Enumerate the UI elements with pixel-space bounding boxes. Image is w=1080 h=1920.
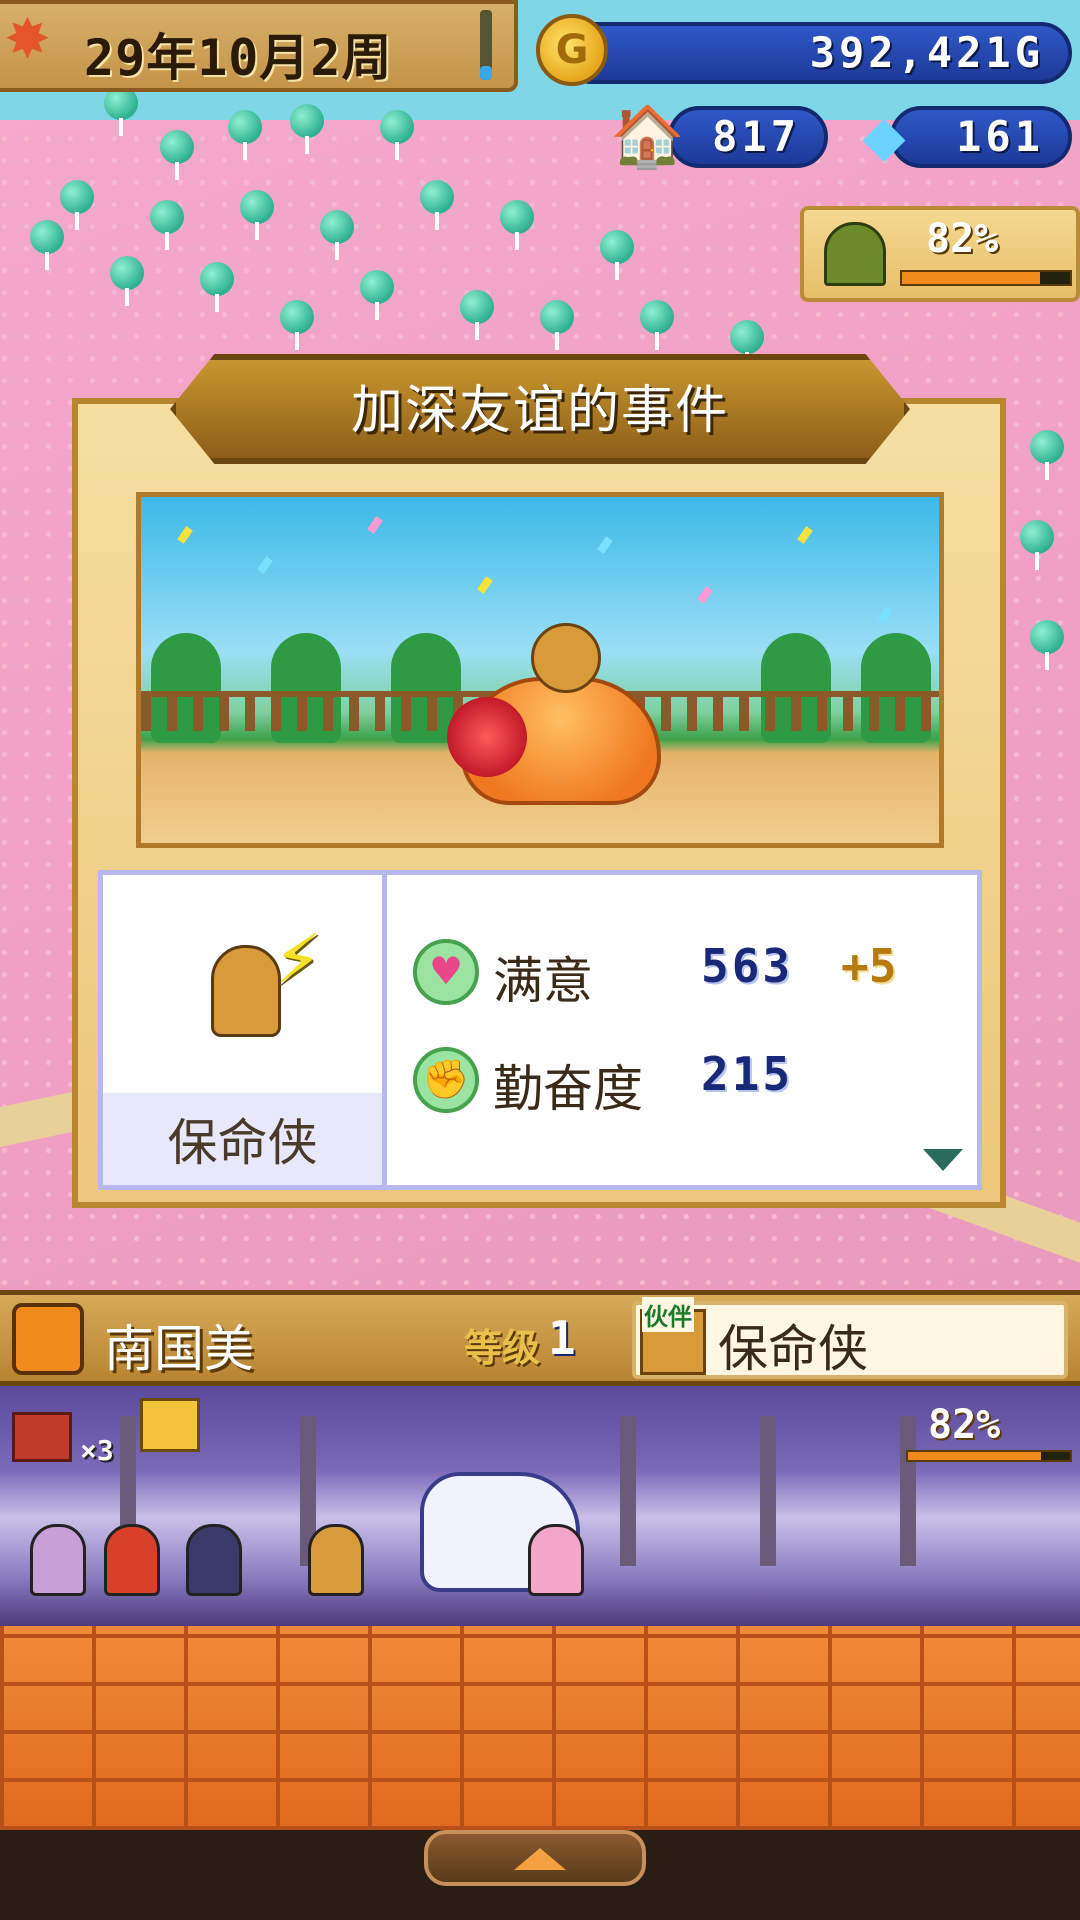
map-tree	[360, 270, 394, 320]
heart-icon: ♥	[413, 939, 479, 1005]
gold-chest-icon[interactable]	[140, 1398, 200, 1452]
confetti	[797, 526, 813, 544]
confetti	[367, 516, 383, 534]
week-progress-bar	[480, 10, 492, 80]
party-progress-fill	[908, 1452, 1041, 1460]
map-tree	[110, 256, 144, 306]
map-tree	[30, 220, 64, 270]
tree-trunk	[620, 1416, 636, 1566]
crystal-icon: ◆	[862, 104, 906, 169]
expand-menu-button[interactable]	[424, 1830, 646, 1886]
map-tree	[200, 262, 234, 312]
tree-trunk	[760, 1416, 776, 1566]
map-tree	[540, 300, 574, 350]
confetti	[697, 586, 713, 604]
confetti	[877, 606, 893, 624]
confetti	[257, 556, 273, 574]
party-member[interactable]	[186, 1524, 242, 1596]
party-progress-bar	[906, 1450, 1072, 1462]
treasure-chest-icon[interactable]	[12, 1412, 72, 1462]
date-panel[interactable]: ✸ 29年10月2周	[0, 0, 518, 92]
building-progress-text: 82%	[926, 216, 999, 262]
map-tree	[290, 104, 324, 154]
stat-delta: +5	[841, 939, 897, 993]
party-member[interactable]	[308, 1524, 364, 1596]
confetti	[477, 576, 493, 594]
map-tree	[500, 200, 534, 250]
map-tree	[420, 180, 454, 230]
gold-coin-icon: G	[536, 14, 608, 86]
character-card[interactable]: ⚡ 保命侠	[103, 875, 387, 1185]
event-info-panel: ⚡ 保命侠 ♥ 满意 563 +5 ✊ 勤奋度 215	[98, 870, 982, 1190]
map-tree	[60, 180, 94, 230]
building-progress-bar	[900, 270, 1072, 286]
character-name: 保命侠	[167, 1114, 318, 1172]
dog-rider-sprite	[531, 623, 601, 693]
fist-icon: ✊	[413, 1047, 479, 1113]
level-value: 1	[548, 1311, 576, 1365]
stat-value: 563	[701, 939, 794, 993]
partner-card[interactable]: 伙伴 保命侠	[632, 1297, 1068, 1379]
population-counter[interactable]: 817	[668, 106, 828, 168]
stat-label: 满意	[493, 952, 593, 1010]
companion-bar[interactable]: 南国美 等级 1 伙伴 保命侠	[0, 1290, 1080, 1386]
map-tree	[160, 130, 194, 180]
dialog-title: 加深友谊的事件	[350, 381, 729, 441]
party-member[interactable]	[528, 1524, 584, 1596]
map-tree	[600, 230, 634, 280]
map-tree	[380, 110, 414, 160]
map-tree	[640, 300, 674, 350]
party-member[interactable]	[30, 1524, 86, 1596]
map-tree	[1030, 620, 1064, 670]
event-scene-image	[136, 492, 944, 848]
hero-avatar[interactable]	[12, 1303, 84, 1375]
party-member[interactable]	[104, 1524, 160, 1596]
hero-name: 南国美	[104, 1320, 254, 1378]
game-date: 29年10月2周	[84, 29, 393, 87]
hut-icon	[824, 222, 886, 286]
map-tree	[150, 200, 184, 250]
map-tree	[1020, 520, 1054, 570]
stat-label: 勤奋度	[493, 1060, 643, 1118]
character-sprite	[211, 945, 281, 1037]
map-tree	[320, 210, 354, 260]
partner-tag: 伙伴	[642, 1297, 694, 1332]
confetti	[177, 526, 193, 544]
map-tree	[730, 320, 764, 370]
map-tree	[228, 110, 262, 160]
red-flower-sprite	[447, 697, 527, 777]
chest-count: ×3	[80, 1434, 114, 1467]
chevron-up-icon	[514, 1848, 566, 1870]
confetti	[597, 536, 613, 554]
maple-leaf-icon: ✸	[4, 7, 51, 72]
level-label: 等级	[464, 1326, 541, 1370]
chevron-down-icon[interactable]	[923, 1149, 963, 1171]
partner-name: 保命侠	[718, 1320, 868, 1378]
gold-counter[interactable]: 392,421G	[560, 22, 1072, 84]
map-tree	[1030, 430, 1064, 480]
map-tree	[280, 300, 314, 350]
party-progress-text: 82%	[928, 1402, 1001, 1448]
building-progress-fill	[902, 272, 1040, 284]
house-icon: 🏠	[610, 102, 685, 172]
party-lane[interactable]: ×3 82%	[0, 1386, 1080, 1626]
tree-trunk	[900, 1416, 916, 1566]
map-tree	[460, 290, 494, 340]
brick-wall	[0, 1626, 1080, 1830]
building-progress-panel[interactable]: 82%	[800, 206, 1080, 302]
stat-value: 215	[701, 1047, 794, 1101]
map-tree	[240, 190, 274, 240]
